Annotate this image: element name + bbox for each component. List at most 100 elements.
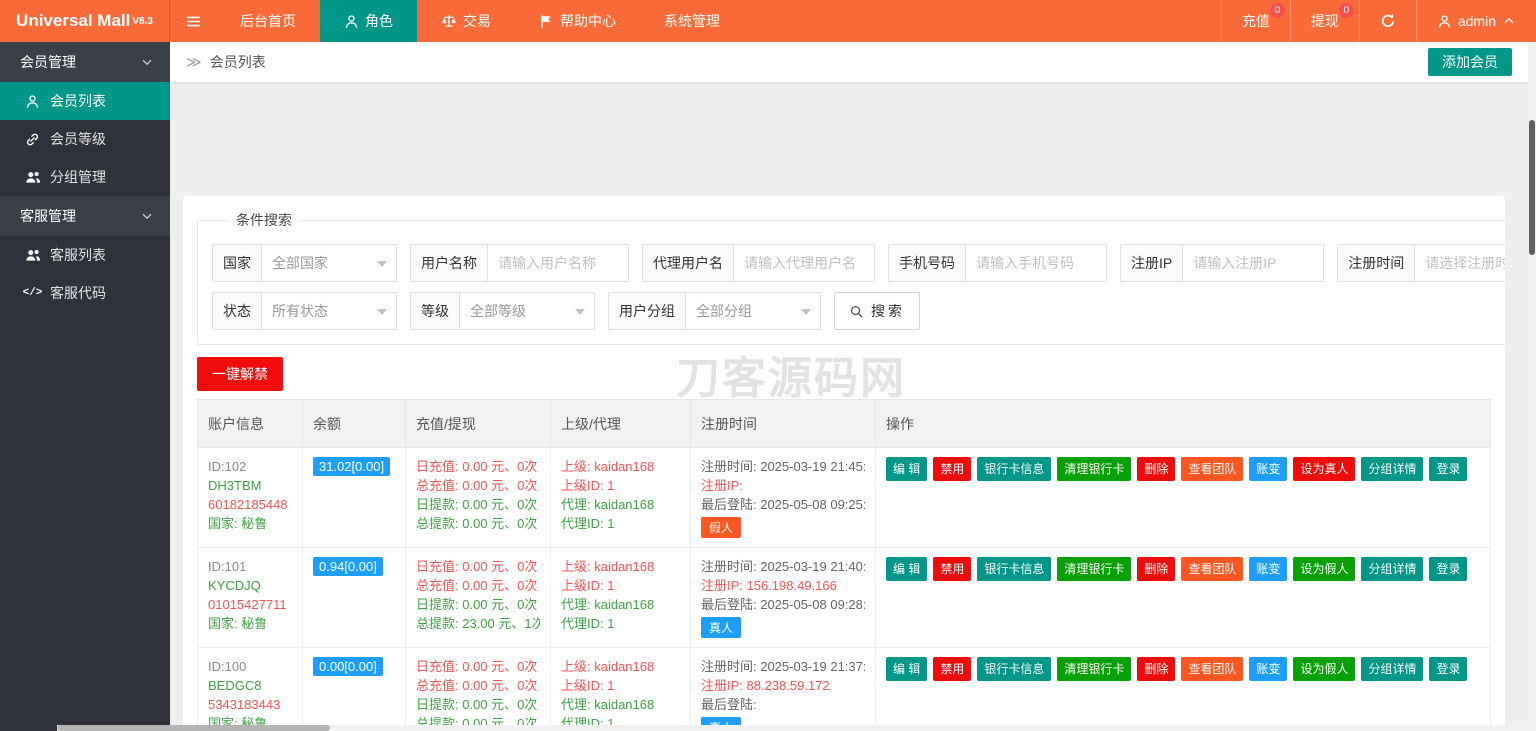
vertical-scrollbar bbox=[1528, 42, 1536, 731]
member-id: ID:102 bbox=[208, 459, 247, 474]
group-detail-button[interactable]: 分组详情 bbox=[1361, 457, 1424, 481]
search-panel-title: 条件搜索 bbox=[236, 212, 292, 228]
view-team-button[interactable]: 查看团队 bbox=[1181, 557, 1244, 581]
member-account-number: 01015427711 bbox=[208, 597, 287, 612]
edit-button[interactable]: 编 辑 bbox=[886, 457, 928, 481]
total-recharge: 总充值: 0.00 元、0次 bbox=[416, 678, 538, 693]
set-fake-button[interactable]: 设为假人 bbox=[1293, 557, 1356, 581]
level-filter: 等级 全部等级 bbox=[410, 292, 595, 330]
member-username: BEDGC8 bbox=[208, 678, 262, 693]
login-button[interactable]: 登录 bbox=[1429, 557, 1468, 581]
sidebar-item-label: 分组管理 bbox=[50, 169, 106, 185]
user-group-select[interactable]: 全部分组 bbox=[686, 293, 820, 329]
disable-button[interactable]: 禁用 bbox=[933, 457, 972, 481]
horizontal-scrollbar-thumb[interactable] bbox=[57, 725, 330, 731]
withdraw-label: 提现 bbox=[1310, 13, 1339, 29]
parent-id: 上级ID: 1 bbox=[561, 478, 615, 493]
clear-bank-button[interactable]: 清理银行卡 bbox=[1057, 457, 1132, 481]
chevron-down-icon bbox=[140, 209, 154, 223]
user-menu[interactable]: admin bbox=[1415, 0, 1536, 42]
nav-item-trade[interactable]: 交易 bbox=[417, 0, 515, 42]
group-detail-button[interactable]: 分组详情 bbox=[1361, 657, 1424, 681]
recharge-nav-button[interactable]: 充值 0 bbox=[1220, 0, 1290, 42]
user-group-filter: 用户分组 全部分组 bbox=[608, 292, 821, 330]
refresh-button[interactable] bbox=[1358, 0, 1416, 42]
edit-button[interactable]: 编 辑 bbox=[886, 657, 928, 681]
table-row: ID:101 KYCDJQ 01015427711 国家: 秘鲁 0.94[0.00] 日… bbox=[197, 547, 1491, 648]
search-button[interactable]: 搜索 bbox=[834, 292, 920, 330]
register-time: 注册时间: 2025-03-19 21:40:37 bbox=[701, 559, 865, 574]
nav-item-dashboard[interactable]: 后台首页 bbox=[216, 0, 320, 42]
username-input[interactable] bbox=[488, 245, 628, 281]
balance-change-button[interactable]: 账变 bbox=[1249, 657, 1288, 681]
sidebar-item-member-list[interactable]: 会员列表 bbox=[0, 82, 170, 120]
bank-info-button[interactable]: 银行卡信息 bbox=[977, 557, 1052, 581]
agent-name-input[interactable] bbox=[734, 245, 874, 281]
last-login: 最后登陆: 2025-05-08 09:28:06 bbox=[701, 597, 865, 612]
delete-button[interactable]: 删除 bbox=[1137, 457, 1176, 481]
view-team-button[interactable]: 查看团队 bbox=[1181, 657, 1244, 681]
reg-time-input[interactable] bbox=[1415, 245, 1505, 281]
day-recharge: 日充值: 0.00 元、0次 bbox=[416, 659, 538, 674]
column-header: 账户信息 bbox=[197, 399, 303, 448]
vertical-scrollbar-thumb[interactable] bbox=[1529, 120, 1535, 255]
status-select[interactable]: 所有状态 bbox=[262, 293, 396, 329]
cell-account-info: ID:101 KYCDJQ 01015427711 国家: 秘鲁 bbox=[197, 547, 303, 648]
phone-input[interactable] bbox=[966, 245, 1106, 281]
balance-change-button[interactable]: 账变 bbox=[1249, 557, 1288, 581]
users-icon bbox=[24, 169, 41, 185]
disable-button[interactable]: 禁用 bbox=[933, 657, 972, 681]
nav-item-roles[interactable]: 角色 bbox=[320, 0, 417, 42]
bank-info-button[interactable]: 银行卡信息 bbox=[977, 657, 1052, 681]
login-button[interactable]: 登录 bbox=[1429, 457, 1468, 481]
recharge-label: 充值 bbox=[1241, 13, 1270, 29]
nav-item-help-center[interactable]: 帮助中心 bbox=[515, 0, 640, 42]
cell-parent-agent: 上级: kaidan168 上级ID: 1 代理: kaidan168 代理ID: 1 bbox=[550, 447, 691, 548]
column-header: 注册时间 bbox=[690, 399, 876, 448]
add-member-button[interactable]: 添加会员 bbox=[1428, 48, 1512, 76]
phone-filter: 手机号码 bbox=[888, 244, 1107, 282]
status-filter: 状态 所有状态 bbox=[212, 292, 397, 330]
sidebar-item-member-level[interactable]: 会员等级 bbox=[0, 120, 170, 158]
disable-button[interactable]: 禁用 bbox=[933, 557, 972, 581]
last-login: 最后登陆: bbox=[701, 697, 757, 712]
country-select[interactable]: 全部国家 bbox=[262, 245, 396, 281]
login-button[interactable]: 登录 bbox=[1429, 657, 1468, 681]
country-filter: 国家 全部国家 bbox=[212, 244, 397, 282]
balance-change-button[interactable]: 账变 bbox=[1249, 457, 1288, 481]
member-id: ID:100 bbox=[208, 659, 247, 674]
cell-actions: 编 辑禁用 银行卡信息 清理银行卡 删除 查看团队 账变 设为假人 分组详情 登录 bbox=[875, 547, 1491, 648]
nav-menu: 后台首页 角色 交易 帮助中心 系统管理 bbox=[216, 0, 744, 42]
sidebar-group-service-management[interactable]: 客服管理 bbox=[0, 196, 170, 236]
sidebar-item-service-code[interactable]: </> 客服代码 bbox=[0, 274, 170, 312]
group-detail-button[interactable]: 分组详情 bbox=[1361, 557, 1424, 581]
sidebar-item-group-management[interactable]: 分组管理 bbox=[0, 158, 170, 196]
view-team-button[interactable]: 查看团队 bbox=[1181, 457, 1244, 481]
parent-id: 上级ID: 1 bbox=[561, 578, 615, 593]
unban-all-button[interactable]: 一键解禁 bbox=[197, 357, 283, 391]
clear-bank-button[interactable]: 清理银行卡 bbox=[1057, 557, 1132, 581]
country-filter-label: 国家 bbox=[213, 245, 262, 281]
hamburger-menu-icon[interactable] bbox=[170, 0, 216, 42]
delete-button[interactable]: 删除 bbox=[1137, 557, 1176, 581]
bank-info-button[interactable]: 银行卡信息 bbox=[977, 457, 1052, 481]
clear-bank-button[interactable]: 清理银行卡 bbox=[1057, 657, 1132, 681]
nav-item-label: 系统管理 bbox=[664, 13, 720, 29]
set-fake-button[interactable]: 设为假人 bbox=[1293, 657, 1356, 681]
delete-button[interactable]: 删除 bbox=[1137, 657, 1176, 681]
flag-icon bbox=[539, 14, 554, 29]
nav-item-system[interactable]: 系统管理 bbox=[640, 0, 744, 42]
agent-name: 代理: kaidan168 bbox=[561, 697, 655, 712]
edit-button[interactable]: 编 辑 bbox=[886, 557, 928, 581]
set-real-button[interactable]: 设为真人 bbox=[1293, 457, 1356, 481]
cell-actions: 编 辑禁用 银行卡信息 清理银行卡 删除 查看团队 账变 设为真人 分组详情 登录 bbox=[875, 447, 1491, 548]
sidebar-group-member-management[interactable]: 会员管理 bbox=[0, 42, 170, 82]
link-icon bbox=[24, 132, 41, 147]
sidebar-item-service-list[interactable]: 客服列表 bbox=[0, 236, 170, 274]
level-select[interactable]: 全部等级 bbox=[460, 293, 594, 329]
table-header-row: 账户信息 余额 充值/提现 上级/代理 注册时间 操作 bbox=[197, 399, 1491, 448]
reg-ip-input[interactable] bbox=[1183, 245, 1324, 281]
day-withdraw: 日提款: 0.00 元、0次 bbox=[416, 597, 538, 612]
user-icon bbox=[24, 94, 41, 109]
withdraw-nav-button[interactable]: 提现 0 bbox=[1289, 0, 1359, 42]
